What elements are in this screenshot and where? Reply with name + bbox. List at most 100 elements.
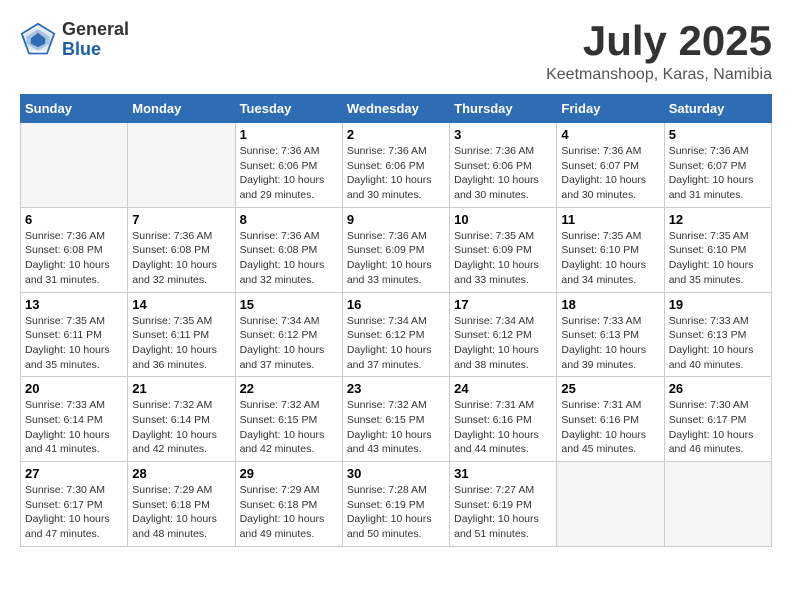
weekday-header: Monday — [128, 95, 235, 123]
day-number: 14 — [132, 297, 230, 312]
weekday-header: Wednesday — [342, 95, 449, 123]
day-number: 19 — [669, 297, 767, 312]
calendar-cell — [664, 462, 771, 547]
day-number: 1 — [240, 127, 338, 142]
logo-general: General — [62, 20, 129, 40]
day-info: Sunrise: 7:36 AMSunset: 6:07 PMDaylight:… — [669, 144, 767, 203]
day-info: Sunrise: 7:30 AMSunset: 6:17 PMDaylight:… — [25, 483, 123, 542]
day-info: Sunrise: 7:35 AMSunset: 6:11 PMDaylight:… — [25, 314, 123, 373]
calendar-cell: 29Sunrise: 7:29 AMSunset: 6:18 PMDayligh… — [235, 462, 342, 547]
calendar-week-row: 13 Sunrise: 7:35 AMSunset: 6:11 PMDayligh… — [21, 292, 772, 377]
day-info: Sunrise: 7:36 AMSunset: 6:08 PMDaylight:… — [132, 229, 230, 288]
day-info: Sunrise: 7:33 AMSunset: 6:14 PMDaylight:… — [25, 398, 123, 457]
calendar-cell: 3Sunrise: 7:36 AMSunset: 6:06 PMDaylight… — [450, 123, 557, 208]
day-info: Sunrise: 7:32 AMSunset: 6:15 PMDaylight:… — [347, 398, 445, 457]
day-number: 7 — [132, 212, 230, 227]
day-info: Sunrise: 7:35 AMSunset: 6:11 PMDaylight:… — [132, 314, 230, 373]
day-number: 9 — [347, 212, 445, 227]
day-number: 20 — [25, 381, 123, 396]
logo-icon — [20, 22, 56, 58]
calendar-cell: 7 Sunrise: 7:36 AMSunset: 6:08 PMDaylight… — [128, 207, 235, 292]
calendar-cell: 5 Sunrise: 7:36 AMSunset: 6:07 PMDaylight… — [664, 123, 771, 208]
day-number: 2 — [347, 127, 445, 142]
weekday-header: Thursday — [450, 95, 557, 123]
calendar-cell: 30Sunrise: 7:28 AMSunset: 6:19 PMDayligh… — [342, 462, 449, 547]
day-number: 4 — [561, 127, 659, 142]
day-number: 16 — [347, 297, 445, 312]
day-info: Sunrise: 7:35 AMSunset: 6:09 PMDaylight:… — [454, 229, 552, 288]
day-info: Sunrise: 7:32 AMSunset: 6:14 PMDaylight:… — [132, 398, 230, 457]
day-info: Sunrise: 7:29 AMSunset: 6:18 PMDaylight:… — [132, 483, 230, 542]
day-number: 22 — [240, 381, 338, 396]
day-info: Sunrise: 7:36 AMSunset: 6:07 PMDaylight:… — [561, 144, 659, 203]
calendar-cell: 25 Sunrise: 7:31 AMSunset: 6:16 PMDayligh… — [557, 377, 664, 462]
calendar-cell: 31Sunrise: 7:27 AMSunset: 6:19 PMDayligh… — [450, 462, 557, 547]
calendar-cell: 12 Sunrise: 7:35 AMSunset: 6:10 PMDayligh… — [664, 207, 771, 292]
calendar-cell: 27 Sunrise: 7:30 AMSunset: 6:17 PMDayligh… — [21, 462, 128, 547]
calendar-cell: 6Sunrise: 7:36 AMSunset: 6:08 PMDaylight… — [21, 207, 128, 292]
day-number: 25 — [561, 381, 659, 396]
day-number: 24 — [454, 381, 552, 396]
day-number: 10 — [454, 212, 552, 227]
calendar-cell: 16 Sunrise: 7:34 AMSunset: 6:12 PMDayligh… — [342, 292, 449, 377]
day-info: Sunrise: 7:33 AMSunset: 6:13 PMDaylight:… — [561, 314, 659, 373]
day-number: 23 — [347, 381, 445, 396]
day-info: Sunrise: 7:36 AMSunset: 6:08 PMDaylight:… — [25, 229, 123, 288]
day-info: Sunrise: 7:32 AMSunset: 6:15 PMDaylight:… — [240, 398, 338, 457]
calendar-cell: 18 Sunrise: 7:33 AMSunset: 6:13 PMDayligh… — [557, 292, 664, 377]
calendar-cell: 26 Sunrise: 7:30 AMSunset: 6:17 PMDayligh… — [664, 377, 771, 462]
logo-text: General Blue — [62, 20, 129, 60]
title-block: July 2025 Keetmanshoop, Karas, Namibia — [546, 20, 772, 84]
day-number: 13 — [25, 297, 123, 312]
day-info: Sunrise: 7:34 AMSunset: 6:12 PMDaylight:… — [454, 314, 552, 373]
calendar-cell: 19 Sunrise: 7:33 AMSunset: 6:13 PMDayligh… — [664, 292, 771, 377]
calendar-cell: 22 Sunrise: 7:32 AMSunset: 6:15 PMDayligh… — [235, 377, 342, 462]
calendar-cell: 24 Sunrise: 7:31 AMSunset: 6:16 PMDayligh… — [450, 377, 557, 462]
calendar-cell: 14 Sunrise: 7:35 AMSunset: 6:11 PMDayligh… — [128, 292, 235, 377]
day-info: Sunrise: 7:36 AMSunset: 6:08 PMDaylight:… — [240, 229, 338, 288]
day-number: 18 — [561, 297, 659, 312]
calendar-cell: 4 Sunrise: 7:36 AMSunset: 6:07 PMDaylight… — [557, 123, 664, 208]
day-info: Sunrise: 7:28 AMSunset: 6:19 PMDaylight:… — [347, 483, 445, 542]
calendar-cell: 15Sunrise: 7:34 AMSunset: 6:12 PMDayligh… — [235, 292, 342, 377]
day-info: Sunrise: 7:31 AMSunset: 6:16 PMDaylight:… — [561, 398, 659, 457]
day-info: Sunrise: 7:35 AMSunset: 6:10 PMDaylight:… — [561, 229, 659, 288]
calendar-cell: 9Sunrise: 7:36 AMSunset: 6:09 PMDaylight… — [342, 207, 449, 292]
day-number: 27 — [25, 466, 123, 481]
day-number: 11 — [561, 212, 659, 227]
weekday-header: Saturday — [664, 95, 771, 123]
page-header: General Blue July 2025 Keetmanshoop, Kar… — [20, 20, 772, 84]
day-info: Sunrise: 7:30 AMSunset: 6:17 PMDaylight:… — [669, 398, 767, 457]
calendar-cell: 2 Sunrise: 7:36 AMSunset: 6:06 PMDaylight… — [342, 123, 449, 208]
weekday-header-row: SundayMondayTuesdayWednesdayThursdayFrid… — [21, 95, 772, 123]
calendar-cell — [128, 123, 235, 208]
calendar-week-row: 6Sunrise: 7:36 AMSunset: 6:08 PMDaylight… — [21, 207, 772, 292]
weekday-header: Tuesday — [235, 95, 342, 123]
calendar-table: SundayMondayTuesdayWednesdayThursdayFrid… — [20, 94, 772, 547]
day-info: Sunrise: 7:35 AMSunset: 6:10 PMDaylight:… — [669, 229, 767, 288]
calendar-cell — [557, 462, 664, 547]
calendar-title: July 2025 — [546, 20, 772, 62]
calendar-subtitle: Keetmanshoop, Karas, Namibia — [546, 66, 772, 84]
day-info: Sunrise: 7:31 AMSunset: 6:16 PMDaylight:… — [454, 398, 552, 457]
calendar-cell: 10 Sunrise: 7:35 AMSunset: 6:09 PMDayligh… — [450, 207, 557, 292]
day-info: Sunrise: 7:29 AMSunset: 6:18 PMDaylight:… — [240, 483, 338, 542]
calendar-week-row: 27 Sunrise: 7:30 AMSunset: 6:17 PMDayligh… — [21, 462, 772, 547]
calendar-cell: 21 Sunrise: 7:32 AMSunset: 6:14 PMDayligh… — [128, 377, 235, 462]
day-number: 5 — [669, 127, 767, 142]
day-info: Sunrise: 7:33 AMSunset: 6:13 PMDaylight:… — [669, 314, 767, 373]
day-number: 17 — [454, 297, 552, 312]
day-number: 21 — [132, 381, 230, 396]
day-number: 3 — [454, 127, 552, 142]
weekday-header: Sunday — [21, 95, 128, 123]
day-info: Sunrise: 7:36 AMSunset: 6:06 PMDaylight:… — [240, 144, 338, 203]
calendar-cell: 20 Sunrise: 7:33 AMSunset: 6:14 PMDayligh… — [21, 377, 128, 462]
calendar-cell: 23 Sunrise: 7:32 AMSunset: 6:15 PMDayligh… — [342, 377, 449, 462]
day-number: 26 — [669, 381, 767, 396]
day-info: Sunrise: 7:34 AMSunset: 6:12 PMDaylight:… — [347, 314, 445, 373]
calendar-week-row: 20 Sunrise: 7:33 AMSunset: 6:14 PMDayligh… — [21, 377, 772, 462]
day-info: Sunrise: 7:36 AMSunset: 6:06 PMDaylight:… — [347, 144, 445, 203]
day-number: 12 — [669, 212, 767, 227]
calendar-cell: 17 Sunrise: 7:34 AMSunset: 6:12 PMDayligh… — [450, 292, 557, 377]
calendar-cell: 11 Sunrise: 7:35 AMSunset: 6:10 PMDayligh… — [557, 207, 664, 292]
